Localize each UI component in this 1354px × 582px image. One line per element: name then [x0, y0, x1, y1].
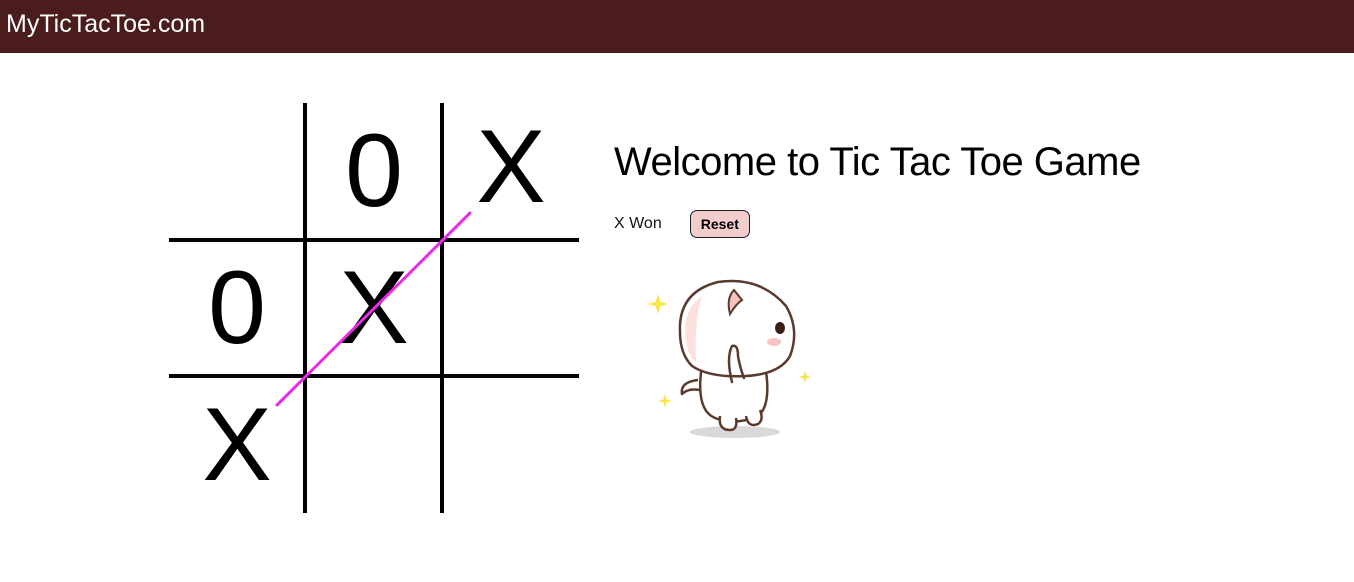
board-cell-6[interactable]: X [169, 377, 305, 513]
game-board: 0 X 0 X X [169, 103, 579, 513]
info-panel: Welcome to Tic Tac Toe Game [614, 138, 1141, 186]
board-cell-1[interactable]: 0 [306, 103, 442, 239]
grid-line-horizontal-1 [169, 238, 579, 242]
grid-line-vertical-1 [303, 103, 307, 513]
reset-button[interactable]: Reset [689, 210, 750, 238]
board-cell-4[interactable]: X [306, 240, 442, 376]
board-cell-7[interactable] [306, 377, 442, 513]
navbar: MyTicTacToe.com [0, 0, 1354, 53]
board-cell-8[interactable] [443, 377, 579, 513]
grid-line-vertical-2 [440, 103, 444, 513]
board-cell-2[interactable]: X [443, 99, 579, 235]
board-cell-5[interactable] [443, 240, 579, 376]
dancing-cat-sticker-icon [648, 279, 811, 438]
game-status: X Won [614, 215, 662, 232]
page-title: Welcome to Tic Tac Toe Game [614, 140, 1141, 184]
board-cell-0[interactable] [169, 103, 305, 239]
grid-line-horizontal-2 [169, 374, 579, 378]
brand-title[interactable]: MyTicTacToe.com [6, 9, 205, 39]
status-row: X Won Reset [614, 210, 750, 238]
board-cell-3[interactable]: 0 [169, 240, 305, 376]
